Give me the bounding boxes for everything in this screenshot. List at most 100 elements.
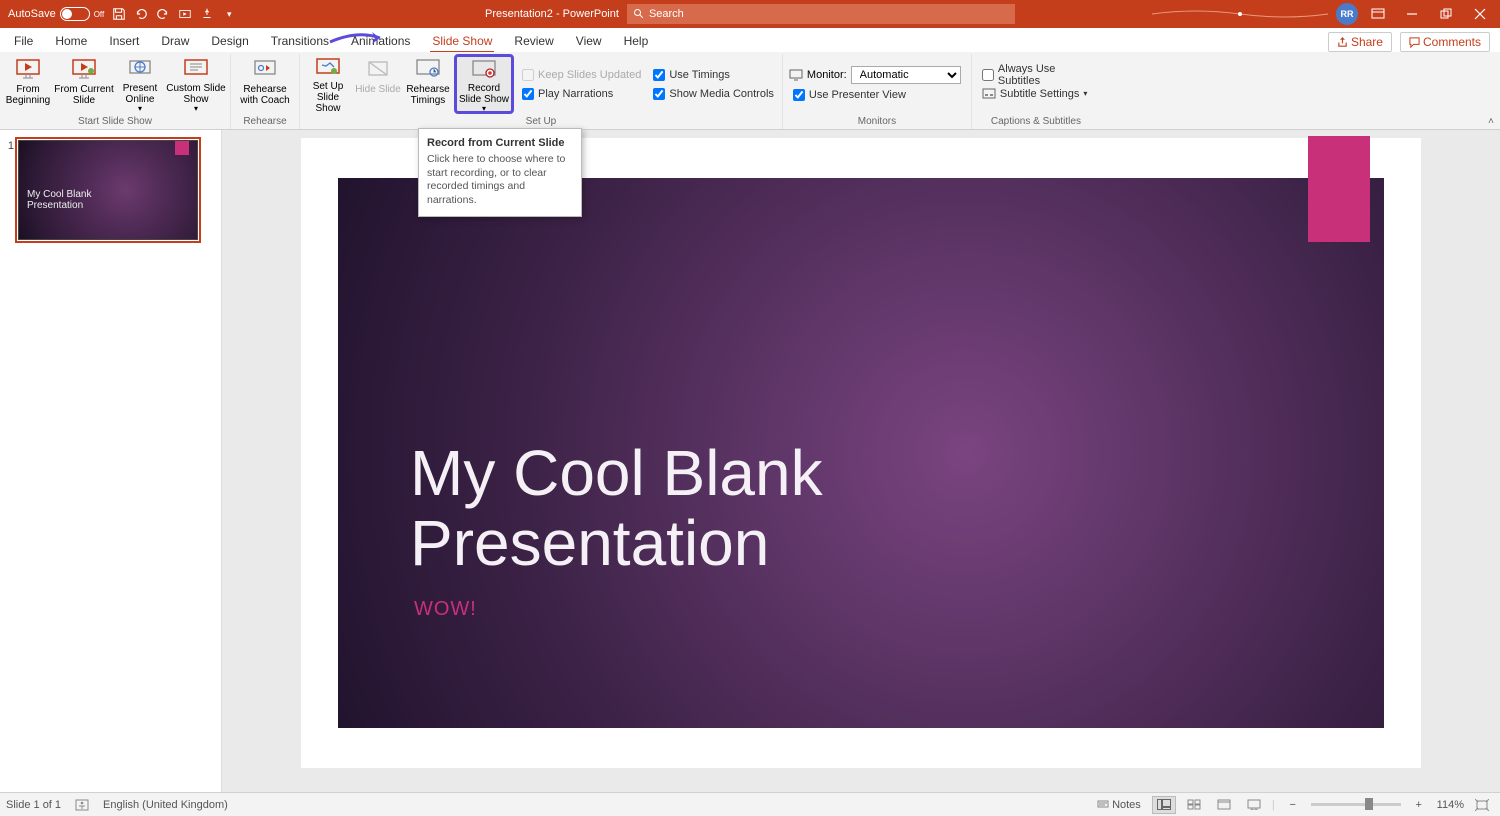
save-icon[interactable] — [112, 7, 126, 21]
group-captions: Always Use Subtitles Subtitle Settings ▾… — [972, 54, 1100, 129]
close-icon[interactable] — [1466, 0, 1494, 28]
comments-button[interactable]: Comments — [1400, 32, 1490, 52]
monitor-select[interactable]: Automatic — [851, 66, 961, 84]
autosave-toggle[interactable]: AutoSave Off — [8, 7, 104, 21]
tab-help[interactable]: Help — [622, 30, 651, 52]
zoom-out-button[interactable]: − — [1281, 796, 1305, 814]
subtitle-settings-button[interactable]: Subtitle Settings ▾ — [978, 85, 1096, 103]
play-narrations-checkbox[interactable]: Play Narrations — [518, 85, 645, 103]
tab-draw[interactable]: Draw — [159, 30, 191, 52]
use-presenter-view-checkbox[interactable]: Use Presenter View — [789, 86, 967, 104]
normal-view-icon — [1157, 799, 1171, 810]
slide-accent-shape[interactable] — [1308, 136, 1370, 242]
tooltip-body: Click here to choose where to start reco… — [427, 153, 573, 208]
thumbnail-row[interactable]: 1 My Cool Blank Presentation — [0, 140, 221, 246]
search-placeholder: Search — [649, 8, 684, 20]
notes-button[interactable]: Notes — [1092, 796, 1146, 814]
slide-title-textbox[interactable]: My Cool Blank Presentation — [410, 438, 823, 579]
share-icon — [1337, 37, 1348, 48]
group-label: Start Slide Show — [78, 114, 152, 129]
autosave-state: Off — [94, 10, 105, 19]
slide-subtitle-textbox[interactable]: WOW! — [414, 598, 477, 621]
tab-transitions[interactable]: Transitions — [269, 30, 331, 52]
hide-slide-icon — [366, 57, 390, 81]
reading-view-button[interactable] — [1212, 796, 1236, 814]
normal-view-button[interactable] — [1152, 796, 1176, 814]
share-button[interactable]: Share — [1328, 32, 1392, 52]
start-from-beginning-icon[interactable] — [178, 7, 192, 21]
hide-slide-button: Hide Slide — [354, 54, 402, 114]
show-media-controls-checkbox[interactable]: Show Media Controls — [649, 85, 778, 103]
reading-view-icon — [1217, 799, 1231, 810]
always-use-subtitles-checkbox[interactable]: Always Use Subtitles — [978, 66, 1096, 84]
slideshow-view-button[interactable] — [1242, 796, 1266, 814]
play-from-current-icon — [72, 57, 96, 81]
group-rehearse: Rehearse with Coach Rehearse — [231, 54, 300, 129]
tab-design[interactable]: Design — [209, 30, 250, 52]
present-online-icon — [128, 57, 152, 80]
setup-icon — [316, 57, 340, 78]
record-icon — [472, 60, 496, 80]
timings-icon — [416, 57, 440, 81]
tab-insert[interactable]: Insert — [107, 30, 141, 52]
rehearse-timings-button[interactable]: Rehearse Timings — [404, 54, 452, 114]
group-label: Set Up — [526, 114, 557, 129]
touch-mode-icon[interactable] — [200, 7, 214, 21]
from-beginning-button[interactable]: From Beginning — [4, 54, 52, 114]
accessibility-icon[interactable] — [75, 799, 89, 811]
group-set-up: Set Up Slide Show Hide Slide Rehearse Ti… — [300, 54, 783, 129]
notes-icon — [1097, 800, 1109, 810]
ribbon-display-icon[interactable] — [1364, 0, 1392, 28]
slide-counter[interactable]: Slide 1 of 1 — [6, 799, 61, 811]
toggle-switch-icon[interactable] — [60, 7, 90, 21]
tab-animations[interactable]: Animations — [349, 30, 412, 52]
zoom-slider[interactable] — [1311, 803, 1401, 806]
tab-review[interactable]: Review — [512, 30, 555, 52]
tab-slide-show[interactable]: Slide Show — [430, 30, 494, 52]
keep-slides-updated-checkbox[interactable]: Keep Slides Updated — [518, 66, 645, 84]
subtitle-icon — [982, 88, 996, 100]
collapse-ribbon-icon[interactable]: ˄ — [1488, 116, 1494, 127]
setup-checks-col2: Use Timings Show Media Controls — [647, 54, 778, 114]
slide-sorter-view-button[interactable] — [1182, 796, 1206, 814]
tab-view[interactable]: View — [574, 30, 604, 52]
present-online-button[interactable]: Present Online ▾ — [116, 54, 164, 114]
use-timings-checkbox[interactable]: Use Timings — [649, 66, 778, 84]
qat-dropdown-icon[interactable]: ▾ — [222, 7, 236, 21]
progress-indicator-icon — [1150, 6, 1330, 22]
status-right: Notes | − + 114% — [1092, 796, 1494, 814]
search-input[interactable]: Search — [627, 4, 1015, 24]
undo-icon[interactable] — [134, 7, 148, 21]
custom-slide-show-button[interactable]: Custom Slide Show ▾ — [166, 54, 226, 114]
group-monitors: Monitor: Automatic Use Presenter View Mo… — [783, 54, 972, 129]
zoom-level[interactable]: 114% — [1437, 799, 1464, 811]
language-indicator[interactable]: English (United Kingdom) — [103, 799, 228, 811]
group-label: Captions & Subtitles — [991, 114, 1081, 129]
minimize-icon[interactable] — [1398, 0, 1426, 28]
rehearse-with-coach-button[interactable]: Rehearse with Coach — [235, 54, 295, 114]
tab-home[interactable]: Home — [53, 30, 89, 52]
tooltip: Record from Current Slide Click here to … — [418, 128, 582, 217]
slide-thumbnail[interactable]: My Cool Blank Presentation — [18, 140, 198, 240]
set-up-slide-show-button[interactable]: Set Up Slide Show — [304, 54, 352, 114]
quick-access-toolbar: AutoSave Off ▾ — [0, 7, 236, 21]
from-current-slide-button[interactable]: From Current Slide — [54, 54, 114, 114]
account-avatar[interactable]: RR — [1336, 3, 1358, 25]
record-slide-show-button[interactable]: Record Slide Show ▾ — [454, 54, 514, 114]
monitor-label: Monitor: — [807, 69, 847, 81]
thumb-title: My Cool Blank Presentation — [27, 189, 91, 211]
tooltip-title: Record from Current Slide — [427, 137, 573, 149]
redo-icon[interactable] — [156, 7, 170, 21]
slide[interactable]: My Cool Blank Presentation WOW! — [338, 178, 1384, 728]
tab-file[interactable]: File — [12, 30, 35, 52]
fit-to-window-button[interactable] — [1470, 796, 1494, 814]
ribbon: From Beginning From Current Slide Presen… — [0, 52, 1500, 130]
slide-thumbnail-pane[interactable]: 1 My Cool Blank Presentation — [0, 130, 222, 792]
document-title: Presentation2 - PowerPoint — [485, 8, 619, 20]
title-bar: AutoSave Off ▾ Presentation2 - PowerPoin… — [0, 0, 1500, 28]
monitor-icon — [789, 69, 803, 81]
slide-canvas-pane[interactable]: My Cool Blank Presentation WOW! — [222, 130, 1500, 792]
zoom-in-button[interactable]: + — [1407, 796, 1431, 814]
search-icon — [633, 8, 645, 20]
maximize-icon[interactable] — [1432, 0, 1460, 28]
